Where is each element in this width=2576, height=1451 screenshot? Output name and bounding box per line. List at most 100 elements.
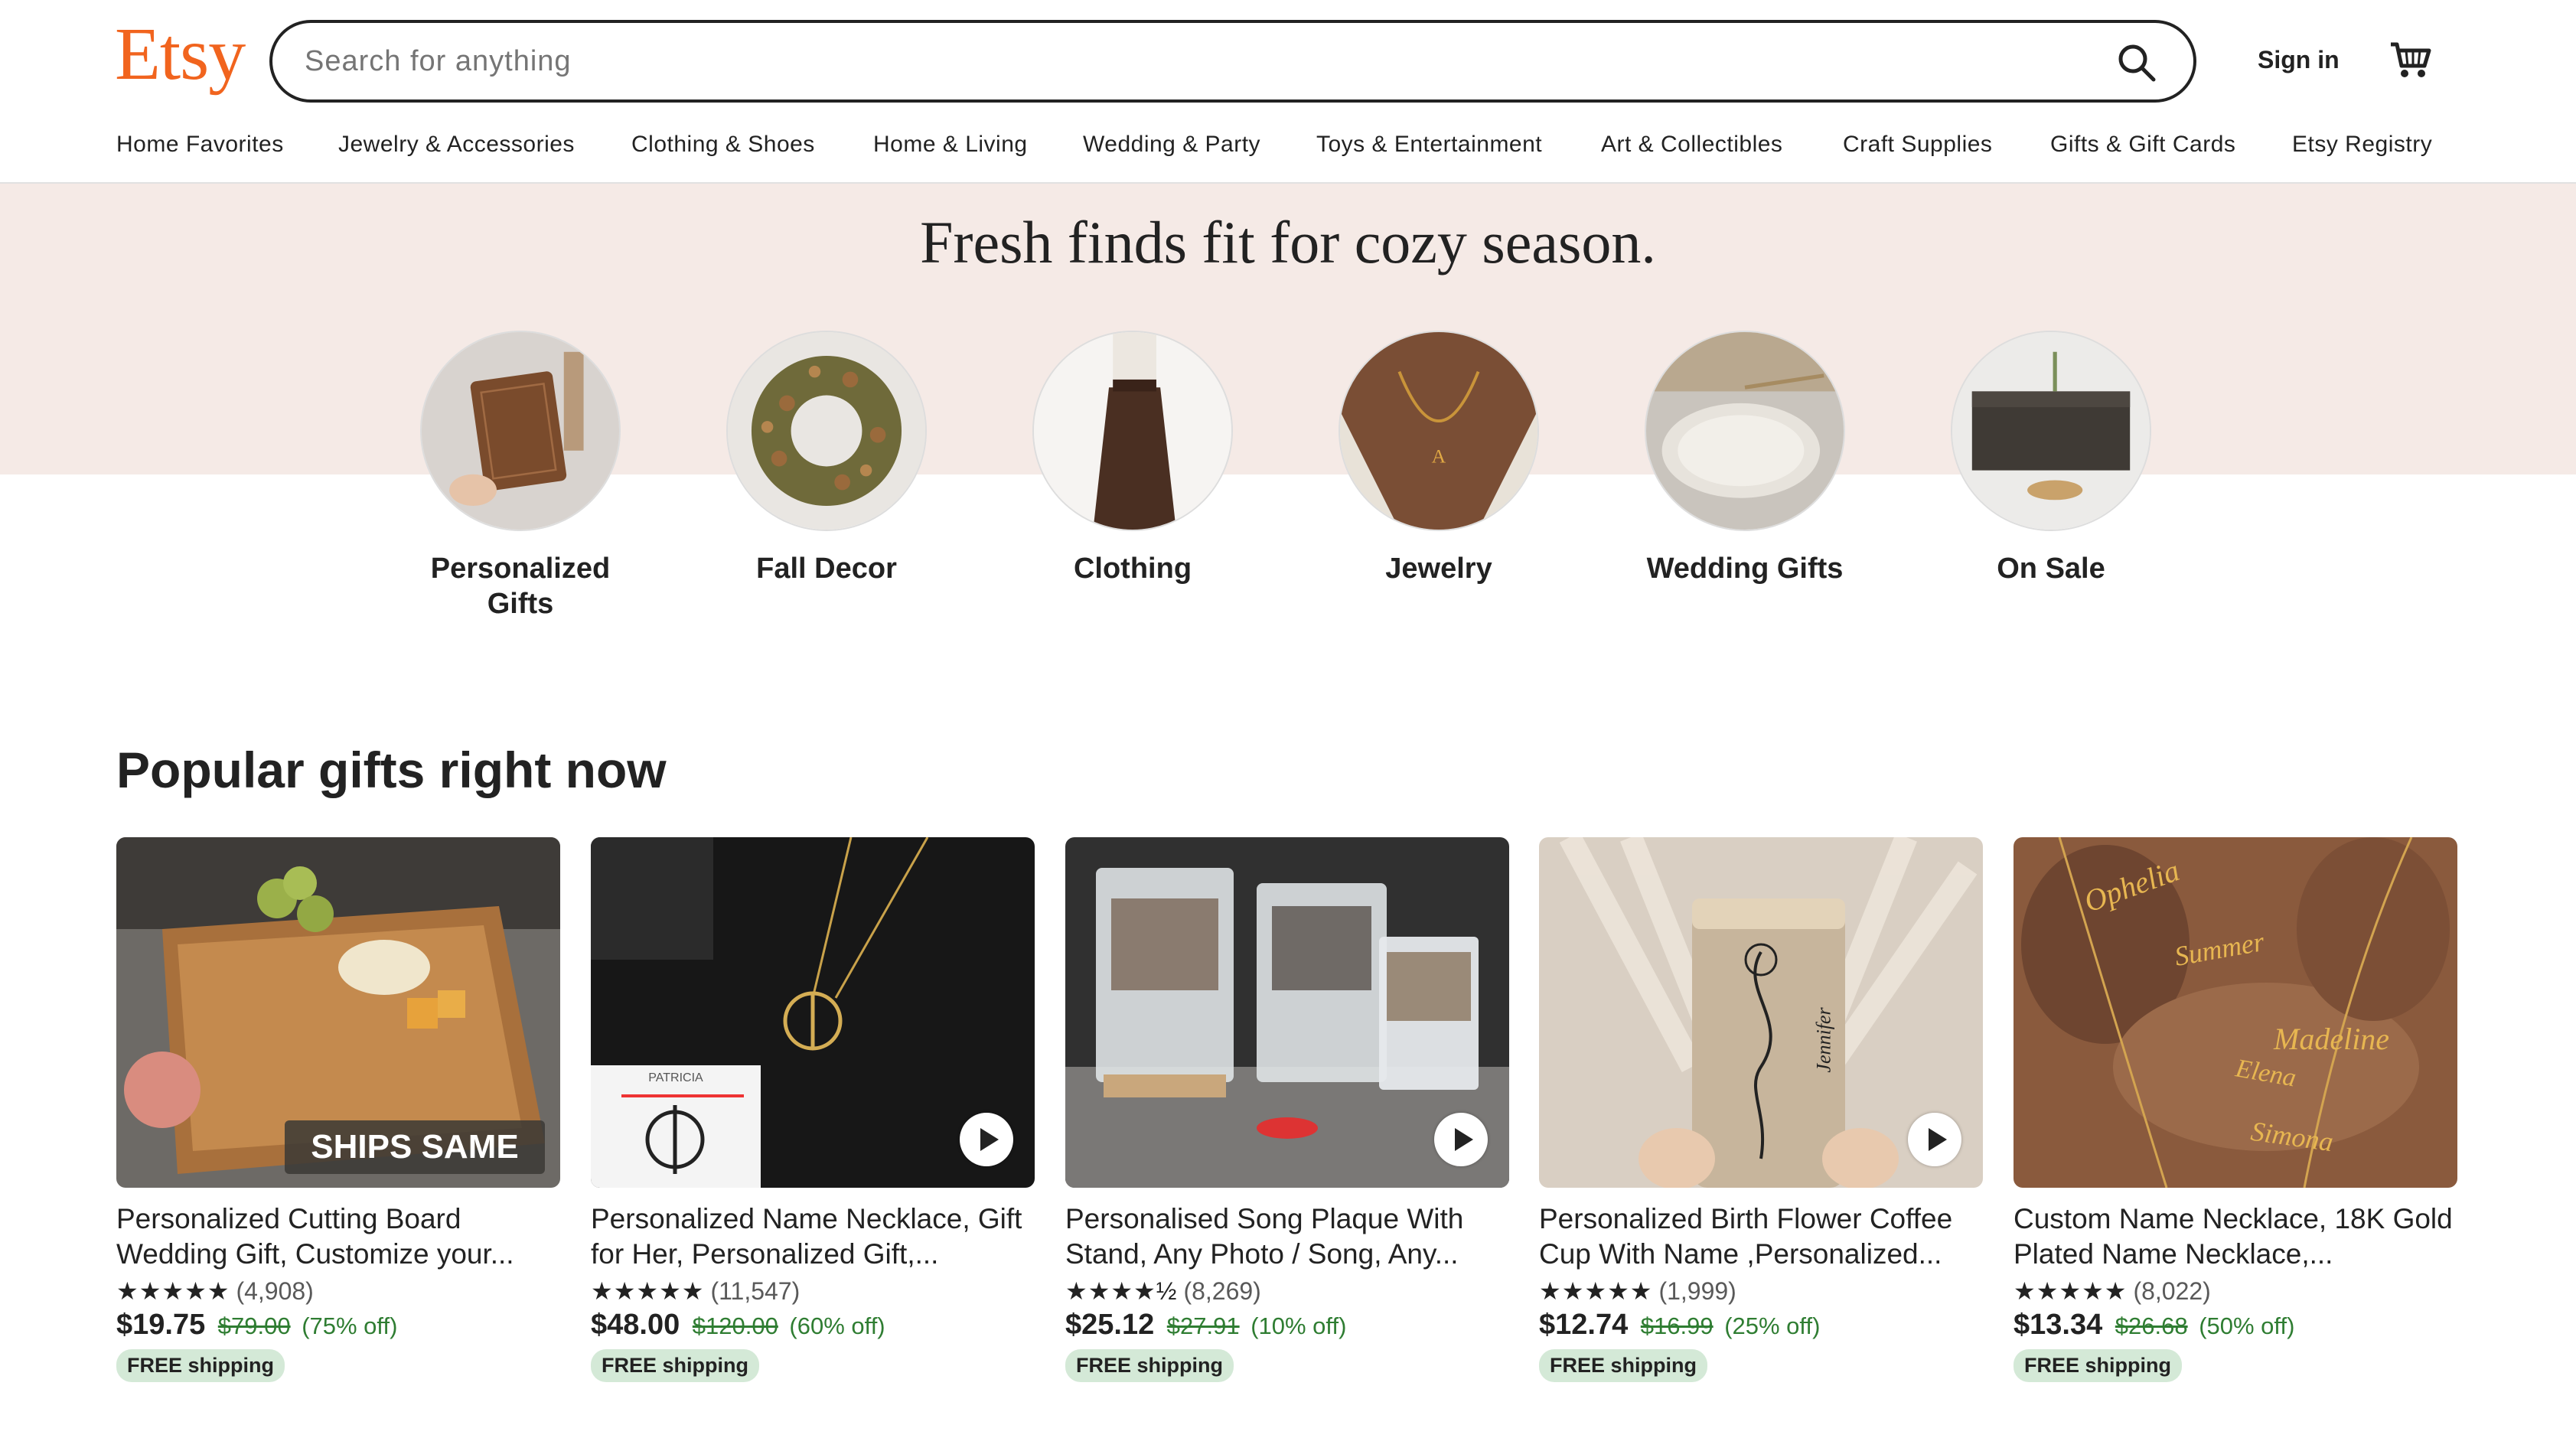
nav-clothing-shoes[interactable]: Clothing & Shoes [631, 132, 815, 158]
product-title[interactable]: Custom Name Necklace, 18K Gold Plated Na… [2014, 1202, 2457, 1272]
product-card[interactable]: Jennifer Personalized Birth Flower Coffe… [1539, 837, 1983, 1382]
product-image[interactable]: Jennifer [1539, 837, 1983, 1188]
nav-jewelry-accessories[interactable]: Jewelry & Accessories [338, 132, 575, 158]
product-image[interactable]: PATRICIA [591, 837, 1035, 1188]
product-image[interactable]: Ophelia Summer Madeline Elena Simona [2014, 837, 2457, 1188]
free-shipping-badge: FREE shipping [1065, 1349, 1234, 1382]
nav-wedding-party[interactable]: Wedding & Party [1083, 132, 1260, 158]
product-price: $19.75 $79.00 (75% off) [116, 1309, 560, 1342]
category-image [1032, 331, 1233, 531]
site-header: Etsy Sign in Home Favorites Jewelry & Ac… [0, 0, 2576, 184]
product-card[interactable]: Ophelia Summer Madeline Elena Simona Cus… [2014, 837, 2457, 1382]
star-rating-icon: ★★★★★ [591, 1277, 705, 1305]
free-shipping-badge: FREE shipping [116, 1349, 285, 1382]
product-rating: ★★★★★ (11,547) [591, 1277, 1035, 1306]
original-price: $120.00 [692, 1312, 778, 1339]
discount: (75% off) [302, 1312, 398, 1339]
product-price: $25.12 $27.91 (10% off) [1065, 1309, 1509, 1342]
product-price: $12.74 $16.99 (25% off) [1539, 1309, 1983, 1342]
sign-in-link[interactable]: Sign in [2258, 46, 2340, 74]
discount: (10% off) [1251, 1312, 1347, 1339]
nav-home-living[interactable]: Home & Living [873, 132, 1028, 158]
sale-price: $25.12 [1065, 1309, 1155, 1341]
product-title[interactable]: Personalized Birth Flower Coffee Cup Wit… [1539, 1202, 1983, 1272]
search-input[interactable] [303, 44, 2066, 79]
sale-price: $13.34 [2014, 1309, 2103, 1341]
nav-home-favorites[interactable]: Home Favorites [116, 132, 284, 158]
nav-craft-supplies[interactable]: Craft Supplies [1843, 132, 1992, 158]
sale-price: $12.74 [1539, 1309, 1629, 1341]
play-video-button[interactable] [960, 1113, 1013, 1166]
nav-toys-entertainment[interactable]: Toys & Entertainment [1316, 132, 1542, 158]
category-label: Jewelry [1385, 553, 1492, 585]
category-fall-decor[interactable]: Fall Decor [700, 331, 953, 586]
product-card[interactable]: PATRICIA Personalized Name Necklace, Gif… [591, 837, 1035, 1382]
star-rating-icon: ★★★★★ [2014, 1277, 2128, 1305]
original-price: $27.91 [1166, 1312, 1240, 1339]
category-wedding-gifts[interactable]: Wedding Gifts [1619, 331, 1871, 586]
rating-count: (8,022) [2133, 1277, 2211, 1305]
star-rating-icon: ★★★★★ [116, 1277, 230, 1305]
star-rating-icon: ★★★★½ [1065, 1277, 1178, 1305]
category-image: A [1339, 331, 1539, 531]
discount: (50% off) [2199, 1312, 2295, 1339]
rating-count: (4,908) [236, 1277, 314, 1305]
sale-price: $19.75 [116, 1309, 206, 1341]
category-image [420, 331, 621, 531]
free-shipping-badge: FREE shipping [2014, 1349, 2182, 1382]
rating-count: (1,999) [1658, 1277, 1736, 1305]
product-price: $48.00 $120.00 (60% off) [591, 1309, 1035, 1342]
product-card[interactable]: Personalised Song Plaque With Stand, Any… [1065, 837, 1509, 1382]
product-image[interactable] [1065, 837, 1509, 1188]
category-label: Wedding Gifts [1646, 553, 1844, 585]
shopping-cart-icon[interactable] [2388, 37, 2434, 83]
free-shipping-badge: FREE shipping [591, 1349, 759, 1382]
category-label: On Sale [1997, 553, 2105, 585]
star-rating-icon: ★★★★★ [1539, 1277, 1653, 1305]
product-price: $13.34 $26.68 (50% off) [2014, 1309, 2457, 1342]
category-nav: Home Favorites Jewelry & Accessories Clo… [0, 132, 2576, 165]
discount: (60% off) [789, 1312, 885, 1339]
category-clothing[interactable]: Clothing [1006, 331, 1259, 586]
discount: (25% off) [1724, 1312, 1821, 1339]
rating-count: (11,547) [710, 1277, 801, 1305]
category-label: Clothing [1073, 553, 1192, 585]
svg-text:A: A [1432, 445, 1446, 467]
category-image [726, 331, 927, 531]
nav-etsy-registry[interactable]: Etsy Registry [2292, 132, 2432, 158]
product-title[interactable]: Personalized Name Necklace, Gift for Her… [591, 1202, 1035, 1272]
product-card[interactable]: SHIPS SAME DAY! Personalized Cutting Boa… [116, 837, 560, 1382]
category-personalized-gifts[interactable]: Personalized Gifts [394, 331, 647, 621]
original-price: $26.68 [2115, 1312, 2188, 1339]
category-image [1645, 331, 1845, 531]
original-price: $79.00 [217, 1312, 291, 1339]
category-on-sale[interactable]: On Sale [1925, 331, 2177, 586]
product-rating: ★★★★★ (4,908) [116, 1277, 560, 1306]
free-shipping-badge: FREE shipping [1539, 1349, 1707, 1382]
nav-gifts-gift-cards[interactable]: Gifts & Gift Cards [2050, 132, 2235, 158]
necklace-name-overlay: PATRICIA [648, 1071, 703, 1084]
category-label: Fall Decor [756, 553, 897, 585]
product-title[interactable]: Personalised Song Plaque With Stand, Any… [1065, 1202, 1509, 1272]
cup-name-overlay: Jennifer [1812, 1007, 1835, 1073]
product-rating: ★★★★½ (8,269) [1065, 1277, 1509, 1306]
play-video-button[interactable] [1908, 1113, 1961, 1166]
sale-price: $48.00 [591, 1309, 680, 1341]
product-title[interactable]: Personalized Cutting Board Wedding Gift,… [116, 1202, 560, 1272]
search-bar[interactable] [269, 20, 2196, 103]
etsy-logo[interactable]: Etsy [115, 17, 246, 92]
nav-art-collectibles[interactable]: Art & Collectibles [1601, 132, 1782, 158]
product-image[interactable]: SHIPS SAME DAY! [116, 837, 560, 1188]
necklace-name-overlay: Madeline [2274, 1022, 2390, 1056]
search-icon[interactable] [2114, 40, 2160, 86]
play-video-button[interactable] [1434, 1113, 1488, 1166]
rating-count: (8,269) [1183, 1277, 1261, 1305]
product-rating: ★★★★★ (1,999) [1539, 1277, 1983, 1306]
section-title: Popular gifts right now [116, 742, 667, 798]
category-label: Personalized Gifts [430, 553, 611, 620]
category-jewelry[interactable]: A Jewelry [1312, 331, 1565, 586]
ships-same-day-overlay: SHIPS SAME DAY! [311, 1128, 519, 1188]
original-price: $16.99 [1640, 1312, 1714, 1339]
category-image [1951, 331, 2151, 531]
product-rating: ★★★★★ (8,022) [2014, 1277, 2457, 1306]
